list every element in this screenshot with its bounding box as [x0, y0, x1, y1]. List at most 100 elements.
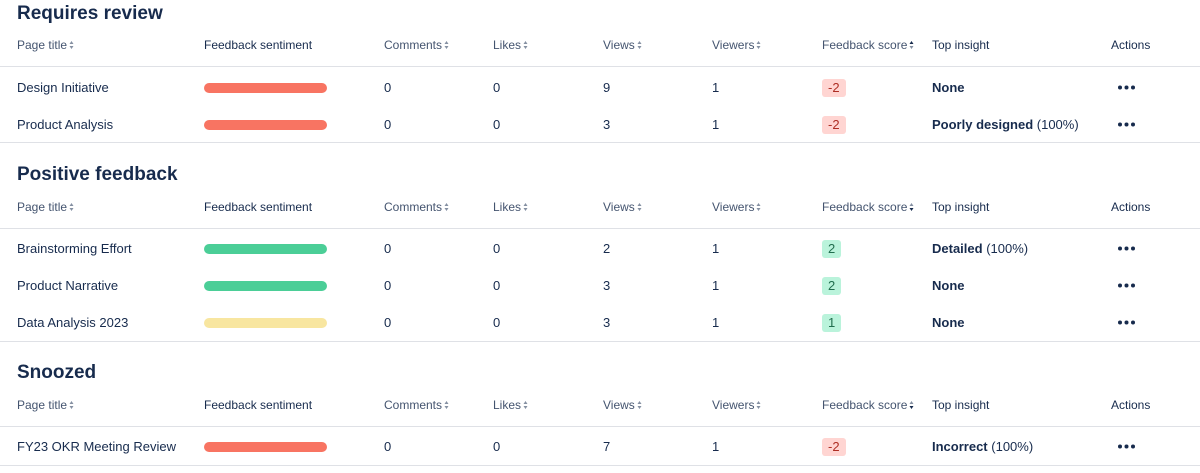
page-title-cell[interactable]: Brainstorming Effort — [17, 230, 132, 267]
sort-icon — [69, 40, 74, 50]
sort-icon — [909, 40, 914, 50]
page-title-cell[interactable]: Product Analysis — [17, 106, 113, 143]
table-row[interactable]: Product Narrative 0 0 3 1 2 None — [0, 267, 1200, 304]
column-header-actions: Actions — [1111, 398, 1151, 412]
column-header-viewers[interactable]: Viewers — [712, 396, 761, 414]
more-actions-icon[interactable] — [1117, 442, 1136, 451]
column-header-feedback-score[interactable]: Feedback score — [822, 396, 914, 414]
table-row[interactable]: Design Initiative 0 0 9 1 -2 None — [0, 69, 1200, 106]
table-header: Page title Feedback sentiment Comments L… — [0, 36, 1200, 64]
column-header-comments[interactable]: Comments — [384, 36, 449, 54]
page-title-cell[interactable]: Data Analysis 2023 — [17, 304, 128, 341]
likes-cell: 0 — [493, 278, 501, 293]
table-row[interactable]: Data Analysis 2023 0 0 3 1 1 None — [0, 304, 1200, 341]
sort-icon — [69, 202, 74, 212]
views-cell: 3 — [603, 278, 611, 293]
views-cell: 7 — [603, 439, 611, 454]
viewers-cell: 1 — [712, 315, 720, 330]
likes-cell: 0 — [493, 439, 501, 454]
insight-label: Poorly designed — [932, 117, 1034, 132]
feedback-dashboard: Requires review Page title Feedback sent… — [0, 0, 1200, 473]
header-divider — [0, 66, 1200, 67]
likes-cell: 0 — [493, 80, 501, 95]
sentiment-bar — [204, 318, 327, 328]
column-header-viewers[interactable]: Viewers — [712, 198, 761, 216]
top-insight-cell: Poorly designed (100%) — [932, 106, 1079, 143]
column-header-comments[interactable]: Comments — [384, 396, 449, 414]
feedback-score-badge: 1 — [822, 314, 842, 332]
likes-cell: 0 — [493, 241, 501, 256]
viewers-cell: 1 — [712, 80, 720, 95]
viewers-cell: 1 — [712, 439, 720, 454]
insight-label: None — [932, 278, 965, 293]
column-header-page-title[interactable]: Page title — [17, 198, 74, 216]
table-row[interactable]: Brainstorming Effort 0 0 2 1 2 Detailed … — [0, 230, 1200, 267]
sentiment-bar — [204, 83, 327, 93]
insight-label: Incorrect — [932, 439, 988, 454]
section-divider — [0, 465, 1200, 466]
viewers-cell: 1 — [712, 278, 720, 293]
likes-cell: 0 — [493, 117, 501, 132]
comments-cell: 0 — [384, 117, 392, 132]
likes-cell: 0 — [493, 315, 501, 330]
sort-icon — [909, 202, 914, 212]
top-insight-cell: Incorrect (100%) — [932, 428, 1033, 465]
sentiment-bar — [204, 244, 327, 254]
column-header-page-title[interactable]: Page title — [17, 36, 74, 54]
section-title: Snoozed — [17, 362, 97, 383]
comments-cell: 0 — [384, 278, 392, 293]
sort-icon — [637, 202, 642, 212]
views-cell: 3 — [603, 315, 611, 330]
views-cell: 3 — [603, 117, 611, 132]
column-header-top-insight: Top insight — [932, 398, 990, 412]
column-header-feedback-score[interactable]: Feedback score — [822, 198, 914, 216]
top-insight-cell: None — [932, 267, 965, 304]
column-header-viewers[interactable]: Viewers — [712, 36, 761, 54]
viewers-cell: 1 — [712, 117, 720, 132]
sort-icon — [637, 40, 642, 50]
column-header-likes[interactable]: Likes — [493, 198, 528, 216]
more-actions-icon[interactable] — [1117, 281, 1136, 290]
sort-icon — [756, 40, 761, 50]
more-actions-icon[interactable] — [1117, 244, 1136, 253]
column-header-views[interactable]: Views — [603, 36, 642, 54]
column-header-feedback-sentiment: Feedback sentiment — [204, 38, 313, 52]
feedback-score-badge: 2 — [822, 277, 842, 295]
insight-label: Detailed — [932, 241, 983, 256]
sort-icon — [69, 400, 74, 410]
viewers-cell: 1 — [712, 241, 720, 256]
column-header-page-title[interactable]: Page title — [17, 396, 74, 414]
page-title-cell[interactable]: Product Narrative — [17, 267, 118, 304]
comments-cell: 0 — [384, 80, 392, 95]
sentiment-bar — [204, 120, 327, 130]
feedback-score-badge: -2 — [822, 438, 846, 456]
column-header-views[interactable]: Views — [603, 198, 642, 216]
column-header-likes[interactable]: Likes — [493, 36, 528, 54]
feedback-score-badge: 2 — [822, 240, 842, 258]
table-header: Page title Feedback sentiment Comments L… — [0, 198, 1200, 226]
more-actions-icon[interactable] — [1117, 318, 1136, 327]
sort-icon — [444, 400, 449, 410]
insight-percent: (100%) — [991, 439, 1034, 454]
top-insight-cell: Detailed (100%) — [932, 230, 1028, 267]
page-title-cell[interactable]: FY23 OKR Meeting Review — [17, 428, 176, 465]
page-title-cell[interactable]: Design Initiative — [17, 69, 109, 106]
sentiment-bar — [204, 281, 327, 291]
column-header-views[interactable]: Views — [603, 396, 642, 414]
column-header-feedback-score[interactable]: Feedback score — [822, 36, 914, 54]
feedback-score-badge: -2 — [822, 116, 846, 134]
section-title: Requires review — [17, 3, 163, 24]
feedback-score-badge: -2 — [822, 79, 846, 97]
table-row[interactable]: Product Analysis 0 0 3 1 -2 Poorly desig… — [0, 106, 1200, 143]
more-actions-icon[interactable] — [1117, 120, 1136, 129]
top-insight-cell: None — [932, 304, 965, 341]
sort-icon — [523, 400, 528, 410]
column-header-comments[interactable]: Comments — [384, 198, 449, 216]
column-header-actions: Actions — [1111, 38, 1151, 52]
column-header-likes[interactable]: Likes — [493, 396, 528, 414]
views-cell: 9 — [603, 80, 611, 95]
column-header-feedback-sentiment: Feedback sentiment — [204, 398, 313, 412]
more-actions-icon[interactable] — [1117, 83, 1136, 92]
insight-label: None — [932, 315, 965, 330]
table-row[interactable]: FY23 OKR Meeting Review 0 0 7 1 -2 Incor… — [0, 428, 1200, 465]
